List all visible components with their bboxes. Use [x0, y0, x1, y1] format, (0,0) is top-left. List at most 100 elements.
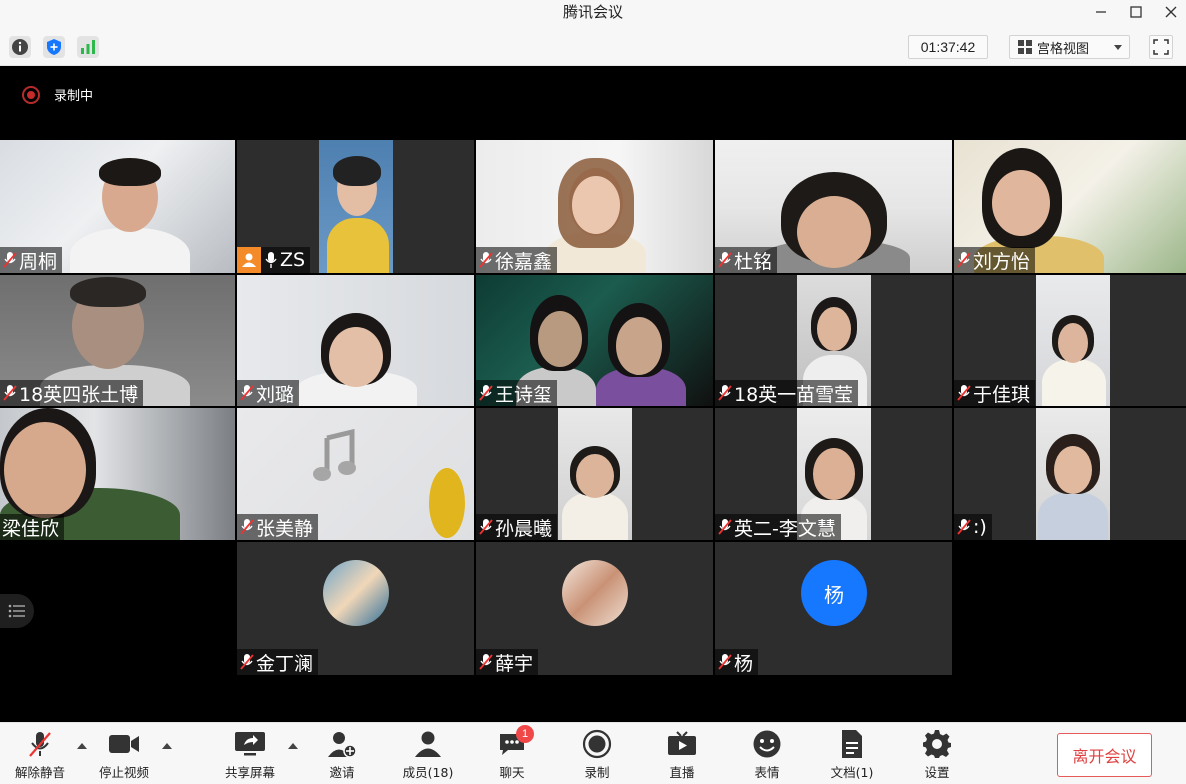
participant-nameplate: 梁佳欣 — [0, 514, 65, 540]
smiley-icon — [751, 729, 783, 759]
music-note-icon — [313, 428, 356, 481]
record-button[interactable]: 录制 — [561, 729, 633, 781]
fullscreen-button[interactable] — [1149, 35, 1173, 59]
video-tile[interactable]: 于佳琪 — [954, 275, 1186, 406]
meeting-timer: 01:37:42 — [908, 35, 988, 59]
leave-meeting-button[interactable]: 离开会议 — [1057, 733, 1152, 777]
participant-nameplate: 于佳琪 — [954, 380, 1036, 406]
mic-muted-icon — [478, 250, 494, 270]
participant-avatar — [323, 560, 389, 626]
members-label: 成员(18) — [402, 765, 454, 780]
video-tile[interactable]: 英二-李文慧 — [715, 408, 952, 540]
video-tile[interactable]: ZS — [237, 140, 474, 273]
participant-name: 杨 — [734, 652, 754, 675]
video-tile[interactable]: 18英一苗雪莹 — [715, 275, 952, 406]
mic-muted-icon — [2, 383, 18, 403]
participant-nameplate: 孙晨曦 — [476, 514, 558, 540]
unmute-button[interactable]: 解除静音 — [4, 729, 76, 781]
record-icon — [581, 729, 613, 759]
minimize-button[interactable] — [1086, 0, 1116, 24]
participant-nameplate: 刘璐 — [237, 380, 300, 406]
bottom-control-bar: 解除静音 停止视频 共享屏幕 邀请 成员(18) 1 聊天 录制 直播 表情 文… — [0, 722, 1186, 784]
mic-muted-icon — [956, 517, 972, 537]
shield-icon — [47, 39, 61, 55]
invite-button[interactable]: 邀请 — [306, 729, 378, 781]
unmute-label: 解除静音 — [14, 765, 65, 780]
participant-name: 18英一苗雪莹 — [734, 383, 854, 406]
participant-name: 王诗玺 — [495, 383, 553, 406]
mic-muted-icon — [717, 383, 733, 403]
live-tv-icon — [666, 729, 698, 759]
participant-nameplate: ZS — [237, 247, 311, 273]
maximize-button[interactable] — [1121, 0, 1151, 24]
video-tile[interactable]: 张美静 — [237, 408, 474, 540]
participant-nameplate: :) — [954, 514, 992, 540]
video-tile[interactable]: 徐嘉鑫 — [476, 140, 713, 273]
mic-icon — [263, 250, 279, 270]
mic-muted-icon — [24, 729, 56, 759]
video-feed — [558, 408, 632, 540]
video-tile[interactable]: 王诗玺 — [476, 275, 713, 406]
security-button[interactable] — [43, 36, 65, 58]
participant-name: ZS — [280, 249, 306, 271]
chat-button[interactable]: 1 聊天 — [476, 725, 548, 781]
video-tile[interactable]: 孙晨曦 — [476, 408, 713, 540]
chat-icon: 1 — [496, 725, 534, 759]
participant-nameplate: 金丁澜 — [237, 649, 319, 675]
participant-name: 刘方怡 — [973, 250, 1031, 273]
network-status-button[interactable] — [77, 36, 99, 58]
window-title: 腾讯会议 — [562, 3, 623, 21]
video-tile[interactable]: 刘璐 — [237, 275, 474, 406]
participant-nameplate: 刘方怡 — [954, 247, 1036, 273]
video-tile[interactable]: 杜铭 — [715, 140, 952, 273]
share-screen-label: 共享屏幕 — [224, 765, 275, 780]
participant-name: 周桐 — [19, 250, 58, 273]
share-screen-button[interactable]: 共享屏幕 — [214, 729, 286, 781]
participant-nameplate: 王诗玺 — [476, 380, 558, 406]
minimize-icon — [1096, 11, 1106, 13]
top-toolbar: 01:37:42 宫格视图 — [0, 28, 1186, 66]
members-button[interactable]: 成员(18) — [392, 729, 464, 781]
video-tile[interactable]: 薛宇 — [476, 542, 713, 675]
participant-name: 徐嘉鑫 — [495, 250, 553, 273]
meeting-info-button[interactable] — [9, 36, 31, 58]
share-options-caret[interactable] — [288, 743, 298, 749]
mic-muted-icon — [717, 250, 733, 270]
video-tile[interactable]: :) — [954, 408, 1186, 540]
view-mode-select[interactable]: 宫格视图 — [1009, 35, 1130, 59]
title-bar: 腾讯会议 — [0, 0, 1186, 28]
participant-nameplate: 杨 — [715, 649, 759, 675]
audio-options-caret[interactable] — [77, 743, 87, 749]
participant-name: 金丁澜 — [256, 652, 314, 675]
live-button[interactable]: 直播 — [646, 729, 718, 781]
video-tile[interactable]: 金丁澜 — [237, 542, 474, 675]
add-user-icon — [326, 729, 358, 759]
documents-button[interactable]: 文档(1) — [816, 729, 888, 781]
stop-video-button[interactable]: 停止视频 — [88, 729, 160, 781]
mic-muted-icon — [956, 250, 972, 270]
mic-muted-icon — [239, 383, 255, 403]
chat-unread-badge: 1 — [516, 725, 534, 743]
video-tile[interactable]: 18英四张土博 — [0, 275, 235, 406]
settings-button[interactable]: 设置 — [901, 729, 973, 781]
record-label: 录制 — [584, 765, 610, 780]
host-icon — [237, 247, 261, 273]
record-dot-icon — [22, 85, 40, 104]
mic-muted-icon — [2, 250, 18, 270]
stop-video-label: 停止视频 — [98, 765, 149, 780]
participant-nameplate: 张美静 — [237, 514, 319, 540]
video-tile[interactable]: 杨 杨 — [715, 542, 952, 675]
video-tile[interactable]: 刘方怡 — [954, 140, 1186, 273]
mic-muted-icon — [478, 383, 494, 403]
side-list-button[interactable] — [0, 594, 34, 628]
mic-muted-icon — [239, 652, 255, 672]
chevron-down-icon — [1114, 45, 1122, 50]
video-tile[interactable]: 周桐 — [0, 140, 235, 273]
emoji-button[interactable]: 表情 — [731, 729, 803, 781]
mic-muted-icon — [239, 517, 255, 537]
video-options-caret[interactable] — [162, 743, 172, 749]
chat-label: 聊天 — [499, 765, 525, 780]
video-tile[interactable]: 梁佳欣 — [0, 408, 235, 540]
close-button[interactable] — [1156, 0, 1186, 24]
mic-muted-icon — [717, 652, 733, 672]
